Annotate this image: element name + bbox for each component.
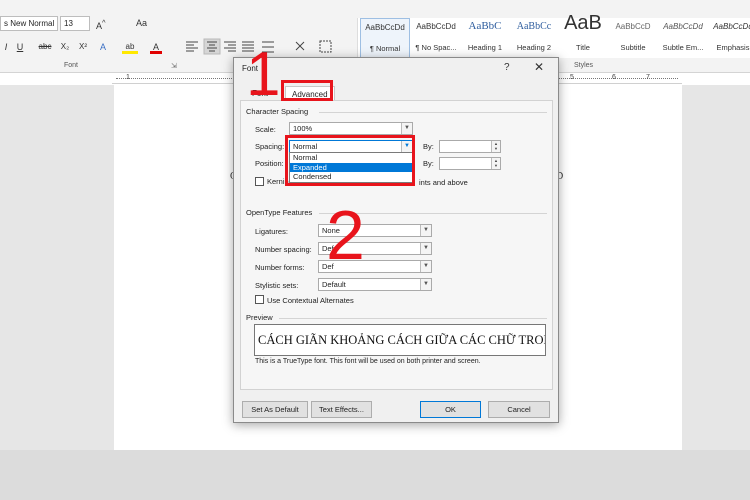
- position-by-label: By:: [423, 159, 434, 168]
- spinner-icon[interactable]: ▲ ▼: [491, 158, 500, 169]
- style-name: ¶ No Spac...: [415, 43, 457, 52]
- ruler-number: 1: [126, 74, 130, 81]
- style-subtle-emphasis[interactable]: AaBbCcDd Subtle Em...: [658, 18, 708, 58]
- chevron-down-icon[interactable]: ▼: [420, 261, 431, 272]
- ruler-number: 6: [612, 74, 616, 81]
- ruler-number: 5: [570, 74, 574, 81]
- style-name: Title: [576, 43, 590, 52]
- ruler-number: 7: [646, 74, 650, 81]
- contextual-alternates-label: Use Contextual Alternates: [267, 296, 354, 305]
- stylistic-sets-value: Default: [322, 280, 346, 289]
- style-preview: AaBbC: [468, 20, 502, 32]
- style-name: Emphasis: [716, 43, 750, 52]
- aa-icon[interactable]: Aa: [136, 18, 147, 28]
- annotation-box-spacing-dropdown: [285, 135, 415, 186]
- preview-box: CÁCH GIÃN KHOẢNG CÁCH GIỮA CÁC CHỮ TRON: [254, 324, 546, 356]
- section-divider: [319, 112, 547, 113]
- annotation-box-advanced-tab: [281, 80, 333, 101]
- set-as-default-button[interactable]: Set As Default: [242, 401, 308, 418]
- number-forms-label: Number forms:: [255, 263, 305, 272]
- stylistic-sets-select[interactable]: Default ▼: [318, 278, 432, 291]
- preview-sample-text: CÁCH GIÃN KHOẢNG CÁCH GIỮA CÁC CHỮ TRON: [258, 333, 546, 347]
- workspace-background: [682, 85, 750, 450]
- styles-gallery[interactable]: AaBbCcDd ¶ Normal AaBbCcDd ¶ No Spac... …: [357, 12, 750, 58]
- scale-select[interactable]: 100% ▼: [289, 122, 413, 135]
- kerning-checkbox[interactable]: [255, 177, 264, 186]
- spacing-label: Spacing:: [255, 142, 285, 151]
- style-preview: AaBbCcDd: [416, 22, 456, 31]
- style-heading-2[interactable]: AaBbCc Heading 2: [509, 18, 559, 58]
- ligatures-label: Ligatures:: [255, 227, 288, 236]
- style-preview: AaBbCcDd: [663, 22, 703, 31]
- style-preview: AaB: [564, 12, 602, 34]
- font-color-button[interactable]: A: [150, 40, 162, 54]
- scale-label: Scale:: [255, 125, 276, 134]
- number-spacing-label: Number spacing:: [255, 245, 312, 254]
- style-preview: AaBbCcDd: [365, 23, 405, 32]
- chevron-down-icon[interactable]: ▼: [420, 225, 431, 236]
- style-name: Subtle Em...: [662, 43, 704, 52]
- font-group-label: Font: [64, 62, 79, 69]
- style-preview: AaBbCcD: [615, 22, 651, 31]
- style-name: ¶ Normal: [369, 44, 401, 53]
- style-name: Heading 2: [516, 43, 552, 52]
- dialog-launcher-icon[interactable]: ⇲: [171, 62, 177, 70]
- spinner-icon[interactable]: ▲ ▼: [491, 141, 500, 152]
- bottom-bar: [0, 450, 750, 500]
- style-heading-1[interactable]: AaBbC Heading 1: [460, 18, 510, 58]
- style-preview: AaBbCcDd: [713, 22, 750, 31]
- italic-button[interactable]: I: [0, 40, 12, 54]
- font-size-box[interactable]: 13: [60, 16, 90, 31]
- styles-group-label: Styles: [574, 62, 594, 69]
- chevron-down-icon[interactable]: ▼: [401, 123, 412, 134]
- text-effects-icon[interactable]: A: [96, 40, 110, 54]
- subscript-button[interactable]: X₂: [58, 40, 72, 54]
- close-button[interactable]: ✕: [534, 60, 544, 74]
- style-normal[interactable]: AaBbCcDd ¶ Normal: [360, 18, 410, 58]
- style-no-spacing[interactable]: AaBbCcDd ¶ No Spac...: [411, 18, 461, 58]
- help-button[interactable]: ?: [504, 62, 510, 73]
- chevron-down-icon[interactable]: ▼: [420, 243, 431, 254]
- grow-font-icon[interactable]: A^: [96, 18, 106, 31]
- scale-value: 100%: [293, 124, 313, 133]
- underline-button[interactable]: U: [14, 40, 26, 54]
- contextual-alternates-checkbox[interactable]: [255, 295, 264, 304]
- spacing-by-input[interactable]: ▲ ▼: [439, 140, 501, 153]
- position-by-input[interactable]: ▲ ▼: [439, 157, 501, 170]
- strikethrough-button[interactable]: abc: [36, 40, 54, 54]
- spacing-by-label: By:: [423, 142, 434, 151]
- text-effects-button[interactable]: Text Effects...: [311, 401, 372, 418]
- annotation-step-1: 1: [246, 40, 281, 109]
- style-subtitle[interactable]: AaBbCcD Subtitle: [608, 18, 658, 58]
- stylistic-sets-label: Stylistic sets:: [255, 281, 299, 290]
- section-divider: [279, 318, 547, 319]
- font-info-note: This is a TrueType font. This font will …: [255, 358, 481, 365]
- cancel-button[interactable]: Cancel: [488, 401, 550, 418]
- style-title[interactable]: AaB Title: [558, 12, 608, 58]
- ok-button[interactable]: OK: [420, 401, 481, 418]
- kerning-points-label: ints and above: [419, 178, 468, 187]
- font-dialog: Font ? ✕ Font Advanced Character Spacing…: [233, 57, 559, 423]
- style-name: Heading 1: [467, 43, 503, 52]
- section-preview: Preview: [246, 313, 273, 322]
- position-label: Position:: [255, 159, 284, 168]
- style-emphasis[interactable]: AaBbCcDd Emphasis: [708, 18, 750, 58]
- annotation-step-2: 2: [326, 196, 365, 274]
- highlight-color-button[interactable]: ab: [122, 40, 138, 54]
- workspace-background: [0, 85, 114, 450]
- section-opentype: OpenType Features: [246, 208, 313, 217]
- chevron-down-icon[interactable]: ▼: [420, 279, 431, 290]
- style-name: Subtitle: [620, 43, 646, 52]
- superscript-button[interactable]: X²: [76, 40, 90, 54]
- font-name-box[interactable]: s New Normal: [0, 16, 58, 31]
- style-preview: AaBbCc: [516, 21, 552, 32]
